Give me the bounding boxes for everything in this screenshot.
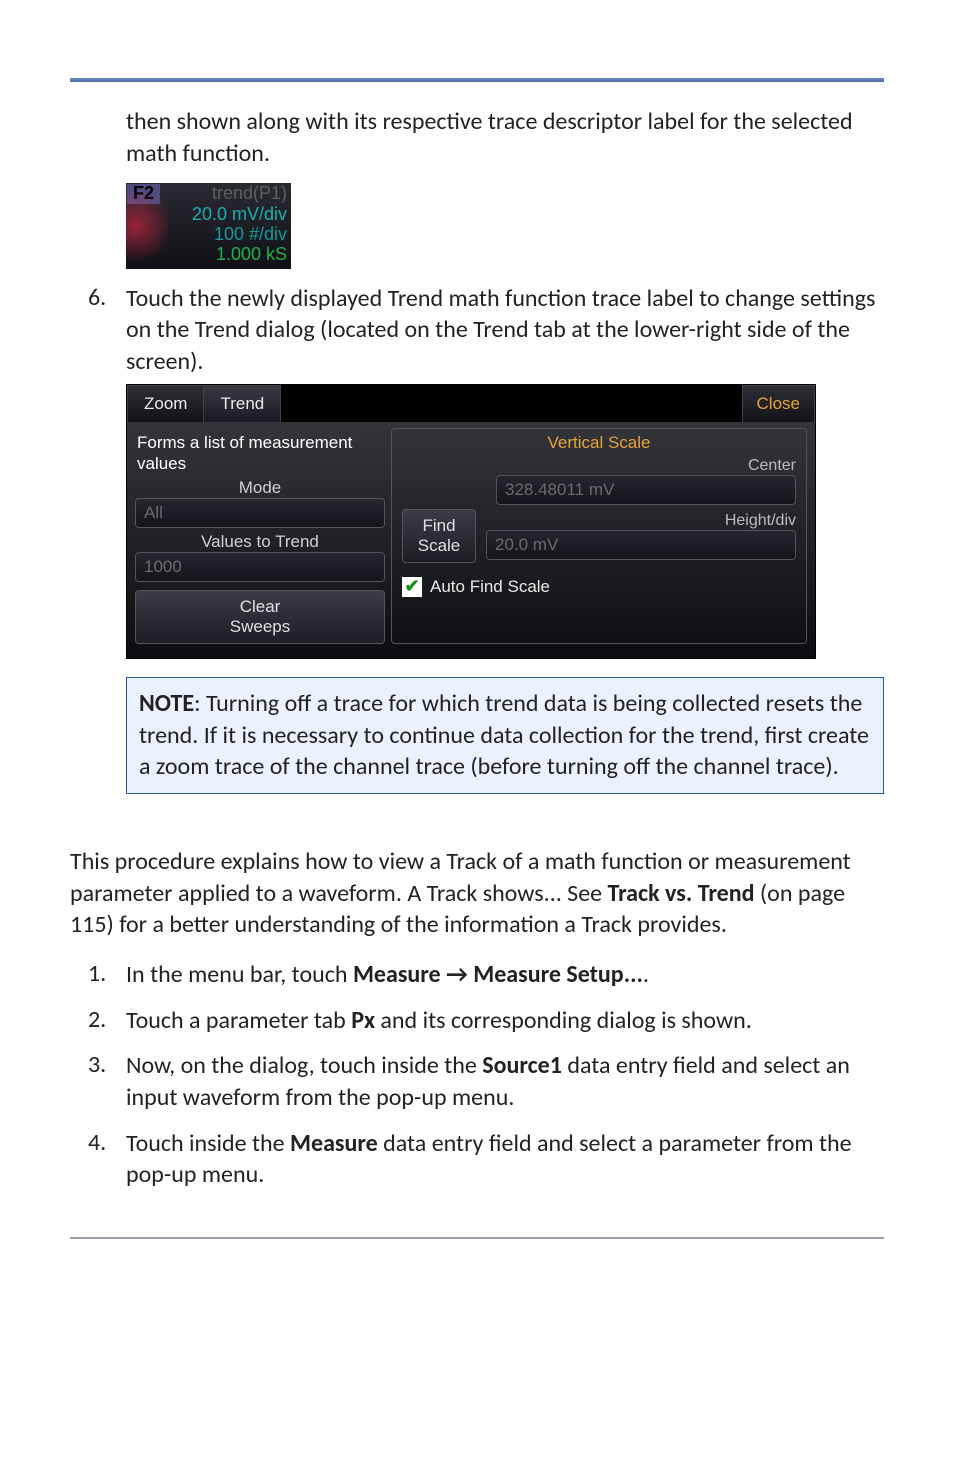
tab-zoom[interactable]: Zoom xyxy=(127,385,204,422)
find-scale-l1: Find xyxy=(411,516,467,536)
txt-bold: Source1 xyxy=(482,1051,562,1080)
find-scale-l2: Scale xyxy=(411,536,467,556)
txt: and its corresponding dialog is shown. xyxy=(375,1006,752,1035)
step-number: 6. xyxy=(70,283,126,378)
dialog-description: Forms a list of measurement values xyxy=(137,432,383,475)
step2-text: Touch a parameter tab Px and its corresp… xyxy=(126,1005,884,1037)
trace-name: trend(P1) xyxy=(167,184,287,204)
center-field[interactable]: 328.48011 mV xyxy=(496,475,796,505)
mode-label: Mode xyxy=(135,478,385,498)
continued-paragraph: then shown along with its respective tra… xyxy=(126,106,884,169)
fkey-badge: F2 xyxy=(126,183,161,205)
find-scale-button[interactable]: Find Scale xyxy=(402,509,476,563)
txt: Touch inside the xyxy=(126,1129,290,1158)
step4-text: Touch inside the Measure data entry fiel… xyxy=(126,1128,884,1191)
vertical-scale-title: Vertical Scale xyxy=(402,433,796,453)
txt: In the menu bar, touch xyxy=(126,960,353,989)
close-button[interactable]: Close xyxy=(742,385,815,422)
track-paragraph: This procedure explains how to view a Tr… xyxy=(70,846,884,941)
step-number: 1. xyxy=(70,959,126,991)
values-to-trend-label: Values to Trend xyxy=(135,532,385,552)
note-box: NOTE: Turning off a trace for which tren… xyxy=(126,677,884,794)
step-number: 4. xyxy=(70,1128,126,1191)
txt: Now, on the dialog, touch inside the xyxy=(126,1051,482,1080)
trace-descriptor-thumbnail: F2 trend(P1) 20.0 mV/div 100 #/div 1.000… xyxy=(126,183,291,268)
txt-bold: Measure → Measure Setup... xyxy=(353,960,643,989)
heightdiv-field[interactable]: 20.0 mV xyxy=(486,530,796,560)
step1-text: In the menu bar, touch Measure → Measure… xyxy=(126,959,884,991)
auto-find-scale-checkbox[interactable]: ✔ Auto Find Scale xyxy=(402,577,796,597)
auto-find-scale-label: Auto Find Scale xyxy=(430,577,550,597)
clear-sweeps-button[interactable]: Clear Sweeps xyxy=(135,590,385,644)
footer-rule xyxy=(70,1237,884,1239)
trace-hdiv: 100 #/div xyxy=(214,225,287,245)
txt: Touch a parameter tab xyxy=(126,1006,351,1035)
trace-samples: 1.000 kS xyxy=(216,245,287,265)
clear-sweeps-l2: Sweeps xyxy=(144,617,376,637)
header-rule xyxy=(70,78,884,82)
note-text: : Turning off a trace for which trend da… xyxy=(139,689,869,781)
mode-field[interactable]: All xyxy=(135,498,385,528)
step-number: 3. xyxy=(70,1050,126,1113)
track-intro-b: Track vs. Trend xyxy=(608,879,755,908)
trend-dialog-screenshot: Zoom Trend Close Forms a list of measure… xyxy=(126,384,816,660)
clear-sweeps-l1: Clear xyxy=(144,597,376,617)
txt-bold: Px xyxy=(351,1006,375,1035)
note-bold: NOTE xyxy=(139,689,194,718)
center-label: Center xyxy=(496,457,796,475)
values-to-trend-field[interactable]: 1000 xyxy=(135,552,385,582)
trace-vdiv: 20.0 mV/div xyxy=(192,205,287,225)
heightdiv-label: Height/div xyxy=(486,512,796,530)
txt: . xyxy=(643,960,649,989)
step3-text: Now, on the dialog, touch inside the Sou… xyxy=(126,1050,884,1113)
step6-text: Touch the newly displayed Trend math fun… xyxy=(126,283,884,378)
step-number: 2. xyxy=(70,1005,126,1037)
check-icon: ✔ xyxy=(402,577,422,597)
tab-trend[interactable]: Trend xyxy=(203,385,281,422)
txt-bold: Measure xyxy=(290,1129,378,1158)
